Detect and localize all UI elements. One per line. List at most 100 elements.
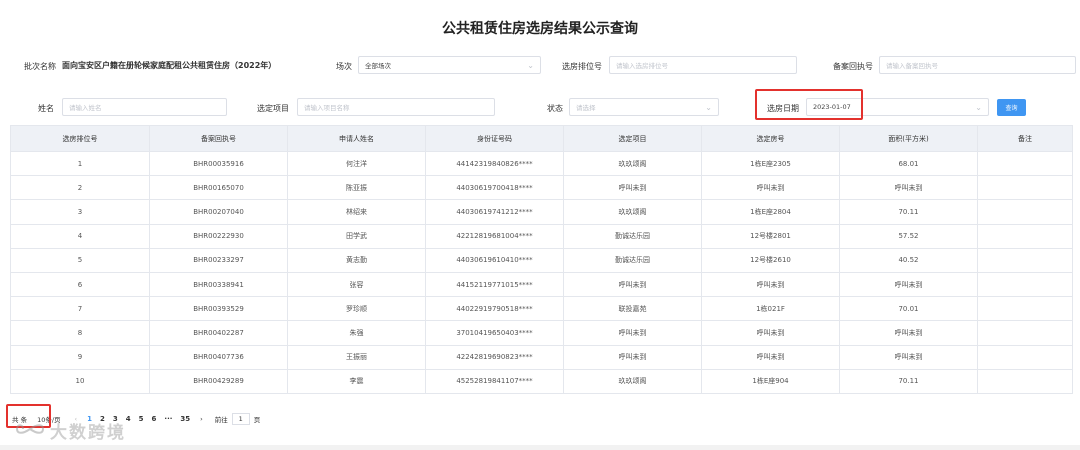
query-button[interactable]: 查询 [997, 99, 1026, 116]
table-cell: 王振丽 [287, 344, 426, 370]
table-cell: 呼叫未到 [563, 320, 702, 346]
column-header: 面积(平方米) [839, 125, 978, 152]
table-cell [977, 320, 1073, 346]
table-cell: 44152119771015**** [425, 271, 564, 298]
table-row: 3 BHR00207040 林绍来 44030619741212**** 玖玖颂… [10, 199, 1073, 225]
table-cell: BHR00429289 [149, 368, 288, 394]
project-label: 选定项目 [257, 104, 289, 113]
table-cell: 李震 [287, 368, 426, 394]
table-cell: 44030619741212**** [425, 199, 564, 225]
table-cell: 12号楼2610 [701, 247, 840, 273]
table-cell: 玖玖颂阁 [563, 199, 702, 225]
goto-prefix: 前往 [214, 416, 228, 424]
project-input-placeholder: 请输入项目名称 [304, 104, 350, 112]
table-header-row: 选房排位号 备案回执号 申请人姓名 身份证号码 选定项目 选定房号 面积(平方米… [10, 125, 1073, 152]
session-select[interactable]: 全部场次 ⌄ [358, 56, 541, 74]
table-cell: 3 [10, 199, 150, 225]
table-cell: 68.01 [839, 150, 978, 177]
page-number-4[interactable]: 4 [126, 415, 131, 423]
table-cell: 陈亚振 [287, 175, 426, 201]
table-cell: 呼叫未到 [563, 271, 702, 298]
table-cell: 罗珍顺 [287, 296, 426, 322]
page-title: 公共租赁住房选房结果公示查询 [442, 21, 638, 37]
table-cell: 勤诚达乐园 [563, 247, 702, 273]
rank-input[interactable]: 请输入选房排位号 [609, 56, 797, 74]
table-cell: 呼叫未到 [839, 271, 978, 298]
watermark: 大数跨境 [15, 418, 126, 443]
table-cell: 40.52 [839, 247, 978, 273]
table-cell: 呼叫未到 [701, 271, 840, 298]
table-cell: 勤诚达乐园 [563, 223, 702, 249]
table-cell [977, 368, 1073, 394]
rank-input-placeholder: 请输入选房排位号 [616, 62, 668, 70]
table-cell [977, 271, 1073, 298]
table-cell: 8 [10, 320, 150, 346]
table-cell: 42212819681004**** [425, 223, 564, 249]
table-cell: 70.01 [839, 296, 978, 322]
table-cell: 44030619610410**** [425, 247, 564, 273]
table-row: 8 BHR00402287 朱强 37010419650403**** 呼叫未到… [10, 320, 1073, 346]
table-row: 2 BHR00165070 陈亚振 44030619700418**** 呼叫未… [10, 175, 1073, 201]
watermark-text: 大数跨境 [50, 423, 126, 443]
table-cell: 1栋E座2305 [701, 150, 840, 177]
column-header: 备案回执号 [149, 125, 288, 152]
table-cell: 37010419650403**** [425, 320, 564, 346]
session-label: 场次 [336, 62, 352, 71]
table-row: 5 BHR00233297 黄志勤 44030619610410**** 勤诚达… [10, 247, 1073, 273]
table-cell: BHR00222930 [149, 223, 288, 249]
table-cell: 44022919790518**** [425, 296, 564, 322]
table-cell: 呼叫未到 [839, 344, 978, 370]
table-cell: BHR00407736 [149, 344, 288, 370]
table-cell [977, 175, 1073, 201]
infinity-logo-icon [15, 421, 45, 441]
name-label: 姓名 [38, 104, 54, 113]
receipt-input[interactable]: 请输入备案回执号 [879, 56, 1076, 74]
status-select[interactable]: 请选择 ⌄ [569, 98, 719, 116]
table-cell: 57.52 [839, 223, 978, 249]
receipt-input-placeholder: 请输入备案回执号 [886, 62, 938, 70]
table-cell: 1栋E座2804 [701, 199, 840, 225]
next-page-button[interactable]: › [200, 415, 203, 423]
column-header: 申请人姓名 [287, 125, 426, 152]
table-cell: 2 [10, 175, 150, 201]
table-cell: 呼叫未到 [839, 320, 978, 346]
table-cell: 张容 [287, 271, 426, 298]
page-number-last[interactable]: 35 [180, 415, 190, 423]
session-select-value: 全部场次 [365, 62, 391, 70]
table-cell: 何注洋 [287, 150, 426, 177]
table-cell: BHR00393529 [149, 296, 288, 322]
page-number-5[interactable]: 5 [139, 415, 144, 423]
column-header: 备注 [977, 125, 1073, 152]
page-number-6[interactable]: 6 [152, 415, 157, 423]
table-row: 9 BHR00407736 王振丽 42242819690823**** 呼叫未… [10, 344, 1073, 370]
table-cell: 7 [10, 296, 150, 322]
table-cell [977, 223, 1073, 249]
table-cell: 44142319840826**** [425, 150, 564, 177]
table-cell: 呼叫未到 [563, 175, 702, 201]
table-cell: 呼叫未到 [839, 175, 978, 201]
table-cell: BHR00207040 [149, 199, 288, 225]
results-table: 选房排位号 备案回执号 申请人姓名 身份证号码 选定项目 选定房号 面积(平方米… [10, 125, 1073, 394]
table-cell [977, 199, 1073, 225]
table-cell: BHR00233297 [149, 247, 288, 273]
status-label: 状态 [547, 104, 563, 113]
table-cell: 玖玖颂阁 [563, 368, 702, 394]
goto-page-input[interactable]: 1 [231, 413, 250, 425]
table-cell [977, 150, 1073, 177]
table-cell: 呼叫未到 [563, 344, 702, 370]
table-cell: 42242819690823**** [425, 344, 564, 370]
table-cell: 田学武 [287, 223, 426, 249]
table-row: 1 BHR00035916 何注洋 44142319840826**** 玖玖颂… [10, 150, 1073, 177]
table-row: 6 BHR00338941 张容 44152119771015**** 呼叫未到… [10, 271, 1073, 298]
table-cell [977, 296, 1073, 322]
goto-suffix: 页 [253, 416, 261, 424]
table-cell: BHR00402287 [149, 320, 288, 346]
table-cell: 70.11 [839, 199, 978, 225]
table-cell: 1栋E座904 [701, 368, 840, 394]
chevron-down-icon: ⌄ [975, 102, 982, 112]
project-input[interactable]: 请输入项目名称 [297, 98, 495, 116]
table-row: 10 BHR00429289 李震 45252819841107**** 玖玖颂… [10, 368, 1073, 394]
page-ellipsis[interactable]: ··· [164, 415, 172, 423]
name-input[interactable]: 请输入姓名 [62, 98, 227, 116]
table-cell: 45252819841107**** [425, 368, 564, 394]
